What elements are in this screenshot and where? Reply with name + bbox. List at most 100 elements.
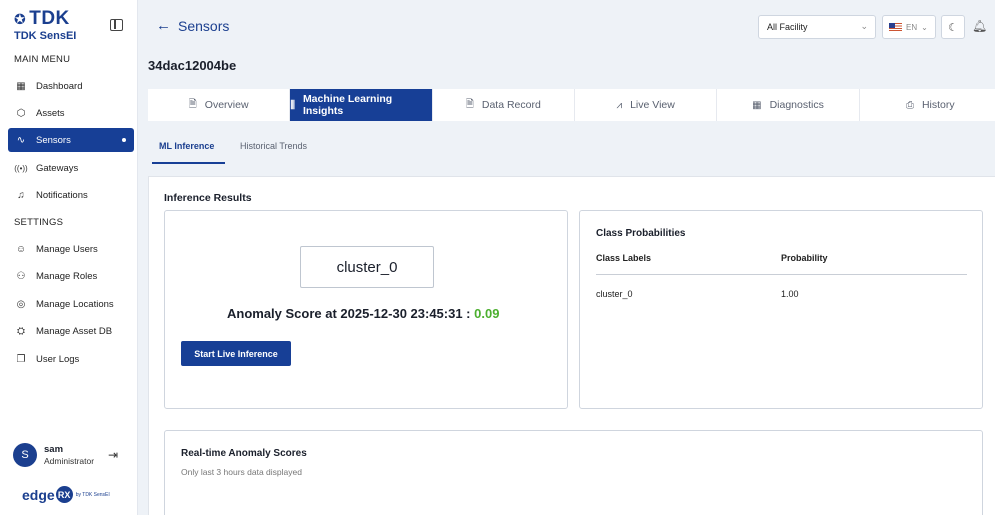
inference-results-title: Inference Results: [164, 192, 252, 204]
subtab-historical-trends[interactable]: Historical Trends: [240, 141, 307, 151]
realtime-anomaly-title: Real-time Anomaly Scores: [181, 448, 307, 459]
arrow-left-icon: ←: [156, 17, 171, 34]
sidebar-item-user-logs[interactable]: ❐ User Logs: [8, 347, 134, 371]
edgerx-logo: edge RX by TDK SensEI: [22, 486, 110, 503]
chart-icon: ⩘: [616, 99, 623, 111]
pulse-icon: ∿: [16, 134, 26, 146]
dashboard-icon: ▦: [16, 80, 26, 92]
tab-label: Overview: [204, 99, 249, 111]
sidebar-item-label: Manage Locations: [36, 298, 114, 310]
sidebar-item-dashboard[interactable]: ▦ Dashboard: [8, 74, 134, 98]
broadcast-icon: ((•)): [14, 163, 28, 173]
subtab-bar: ML Inference Historical Trends: [148, 131, 995, 167]
sidebar-item-label: Sensors: [36, 134, 71, 146]
brand-logo[interactable]: ✪ TDK TDK SensEI: [14, 8, 76, 42]
active-dot-icon: [122, 138, 126, 142]
database-icon: ⛭: [17, 325, 25, 337]
user-profile[interactable]: S sam Administrator: [13, 443, 94, 467]
sidebar-item-label: Manage Users: [36, 243, 98, 255]
facility-select[interactable]: All Facility ⌄: [758, 15, 876, 39]
sidebar-item-gateways[interactable]: ((•)) Gateways: [8, 156, 134, 180]
user-role: Administrator: [44, 456, 95, 466]
roles-icon: ⚇: [16, 270, 26, 282]
subtab-ml-inference[interactable]: ML Inference: [159, 141, 214, 151]
tab-label: Data Record: [481, 99, 541, 111]
theme-toggle-icon[interactable]: ☾: [941, 15, 965, 39]
table-cell-probability: 1.00: [781, 289, 799, 299]
logs-icon: ❐: [16, 353, 26, 365]
sidebar-collapse-icon[interactable]: [110, 19, 123, 31]
anomaly-label: Anomaly Score at 2025-12-30 23:45:31 :: [227, 306, 475, 321]
sidebar-item-label: Notifications: [36, 189, 88, 201]
user-icon: ☺: [15, 243, 27, 255]
tab-label: History: [921, 99, 955, 111]
class-probabilities-card: [579, 210, 983, 409]
sidebar-item-manage-roles[interactable]: ⚇ Manage Roles: [8, 264, 134, 288]
tab-label: Live View: [630, 99, 675, 111]
start-live-inference-button[interactable]: Start Live Inference: [181, 341, 291, 366]
device-id: 34dac12004be: [148, 58, 237, 73]
sidebar-item-manage-asset-db[interactable]: ⛭ Manage Asset DB: [8, 319, 134, 343]
sidebar-item-label: Assets: [36, 107, 65, 119]
sidebar-item-sensors[interactable]: ∿ Sensors: [8, 128, 134, 152]
notification-bell-icon[interactable]: 🔔︎: [972, 19, 987, 33]
back-button[interactable]: ← Sensors: [156, 17, 229, 34]
column-header-class-labels: Class Labels: [596, 253, 652, 263]
table-cell-class-label: cluster_0: [596, 289, 633, 299]
language-select[interactable]: EN ⌄: [882, 15, 936, 39]
chevron-down-icon: ⌄: [860, 21, 868, 31]
sidebar-item-label: Manage Asset DB: [36, 325, 113, 337]
tab-live-view[interactable]: ⩘ Live View: [575, 89, 718, 121]
topbar: ← Sensors All Facility ⌄ EN ⌄ ☾ 🔔︎: [138, 0, 995, 50]
sidebar: ✪ TDK TDK SensEI MAIN MENU ▦ Dashboard ⬡ …: [0, 0, 138, 515]
page-title: Sensors: [178, 17, 230, 34]
document-icon: 🗎︎: [188, 98, 197, 110]
anomaly-score-value: 0.09: [474, 306, 500, 321]
brand-name: TDK: [29, 8, 70, 29]
sidebar-item-label: Gateways: [36, 162, 79, 174]
bell-icon: ♫: [17, 189, 25, 201]
table-divider: [596, 274, 967, 275]
settings-label: SETTINGS: [14, 217, 64, 228]
tab-data-record[interactable]: 🗎︎ Data Record: [433, 89, 575, 121]
sidebar-item-label: User Logs: [36, 353, 80, 365]
anomaly-score-text: Anomaly Score at 2025-12-30 23:45:31 : 0…: [227, 306, 499, 321]
user-name: sam: [44, 444, 64, 455]
cube-icon: ⬡: [16, 107, 26, 119]
ml-icon: ⫼: [290, 99, 295, 111]
edge-logo-tagline: by TDK SensEI: [75, 491, 110, 498]
sidebar-item-label: Manage Roles: [36, 270, 98, 282]
tab-label: Machine Learning Insights: [302, 93, 393, 117]
sidebar-item-notifications[interactable]: ♫ Notifications: [8, 183, 134, 207]
tdk-emblem-icon: ✪: [14, 10, 27, 27]
tab-diagnostics[interactable]: ▦ Diagnostics: [717, 89, 860, 121]
main-menu-label: MAIN MENU: [14, 54, 71, 65]
sidebar-item-label: Dashboard: [36, 80, 83, 92]
diagnostics-icon: ▦: [752, 99, 762, 111]
us-flag-icon: [889, 23, 902, 31]
location-pin-icon: ◎: [16, 298, 26, 310]
sidebar-item-assets[interactable]: ⬡ Assets: [8, 101, 134, 125]
language-value: EN: [906, 22, 918, 32]
realtime-anomaly-subtitle: Only last 3 hours data displayed: [181, 467, 302, 477]
class-probabilities-title: Class Probabilities: [596, 228, 686, 239]
tab-overview[interactable]: 🗎︎ Overview: [148, 89, 291, 121]
sidebar-item-manage-users[interactable]: ☺ Manage Users: [8, 237, 134, 261]
chevron-down-icon: ⌄: [921, 22, 928, 32]
history-icon: ⎙: [905, 99, 914, 111]
tab-machine-learning-insights[interactable]: ⫼ Machine Learning Insights: [290, 89, 433, 121]
record-icon: 🗎︎: [465, 98, 474, 110]
avatar: S: [13, 443, 37, 467]
subtab-active-indicator: [152, 162, 225, 164]
sidebar-item-manage-locations[interactable]: ◎ Manage Locations: [8, 292, 134, 316]
logout-icon[interactable]: ⇥: [108, 448, 118, 462]
edge-logo-badge: RX: [55, 486, 73, 503]
edge-logo-text: edge: [22, 486, 55, 503]
column-header-probability: Probability: [781, 253, 828, 263]
brand-product: TDK SensEI: [14, 30, 77, 42]
facility-select-value: All Facility: [767, 22, 808, 32]
cluster-result: cluster_0: [300, 246, 434, 288]
tab-bar: 🗎︎ Overview ⫼ Machine Learning Insights …: [148, 89, 995, 121]
tab-label: Diagnostics: [769, 99, 824, 111]
tab-history[interactable]: ⎙ History: [860, 89, 995, 121]
